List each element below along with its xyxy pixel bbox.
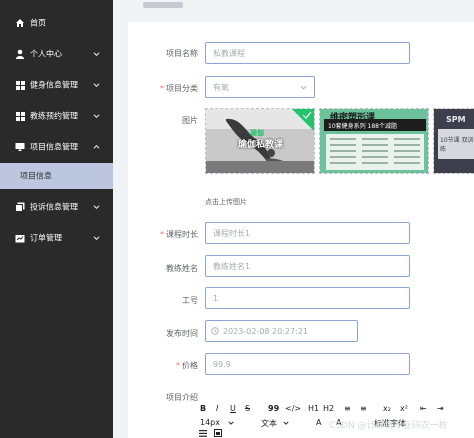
outdent-button[interactable]: ⇤ — [420, 404, 427, 413]
chevron-down-icon — [93, 83, 100, 87]
font-size-select[interactable]: 14px — [200, 418, 220, 427]
chevron-down-icon — [300, 85, 307, 90]
color-a-button[interactable]: A — [316, 418, 321, 427]
code-button[interactable]: </> — [285, 404, 301, 413]
chevron-up-icon — [93, 145, 100, 149]
app-root: 首页 个人中心 健身信息管理 教练预约管理 项目信息管理 项目信息 投诉信息管理… — [0, 0, 474, 438]
sidebar-item-label: 项目信息管理 — [30, 142, 78, 152]
image-insert-icon[interactable] — [214, 429, 222, 437]
sidebar-item-label: 订单管理 — [30, 233, 62, 243]
category-value: 有氧 — [213, 82, 229, 92]
staff-id-value: 1 — [213, 293, 219, 303]
category-label: * 项目分类 — [160, 84, 198, 93]
chevron-down-icon — [93, 52, 100, 56]
sidebar-item-label: 健身信息管理 — [30, 80, 78, 90]
upload-image-link[interactable]: 点击上传图片 — [205, 197, 247, 207]
price-value: 99.9 — [213, 359, 231, 369]
chevron-down-icon — [93, 205, 100, 209]
strike-button[interactable]: S — [245, 404, 250, 413]
duration-label: * 课程时长 — [160, 230, 198, 239]
publish-time-picker[interactable]: 2023-02-08 20:27:21 — [205, 320, 358, 342]
breadcrumb-placeholder — [143, 2, 183, 8]
coach-name-label: 教练姓名 — [166, 264, 198, 273]
h2-button[interactable]: H2 — [323, 404, 334, 413]
sidebar-item-home[interactable]: 首页 — [0, 8, 113, 38]
grid-icon — [15, 80, 25, 90]
sidebar-item-label: 个人中心 — [30, 49, 62, 59]
sidebar-subitem-label: 项目信息 — [20, 171, 52, 181]
staff-id-label: 工号 — [182, 296, 198, 305]
publish-time-value: 2023-02-08 20:27:21 — [223, 326, 308, 336]
clock-icon — [211, 327, 219, 335]
sidebar-item-project-info-mgmt[interactable]: 项目信息管理 — [0, 132, 113, 162]
duration-placeholder: 课程时长1 — [213, 228, 251, 238]
intro-label: 项目介绍 — [166, 393, 198, 402]
coach-name-placeholder: 教练姓名1 — [213, 261, 251, 271]
h1-button[interactable]: H1 — [308, 404, 319, 413]
form-panel: 项目名称 私教课程 * 项目分类 有氧 图片 瑜伽 瑜伽私教课 维密塑形课 10… — [128, 22, 474, 438]
align-icon — [199, 430, 207, 437]
image-thumbnail-2[interactable]: 维密塑形课 10套健身系列 188个减脂 — [319, 108, 429, 174]
paragraph-select[interactable]: 文本 — [261, 418, 277, 429]
copy-icon — [15, 202, 25, 212]
home-icon — [15, 18, 25, 28]
sidebar-item-order-mgmt[interactable]: 订单管理 — [0, 223, 113, 253]
shaping-poster-subtitle: 10套健身系列 188个减脂 — [328, 123, 397, 130]
sidebar-item-label: 投诉信息管理 — [30, 202, 78, 212]
indent-button[interactable]: ⇥ — [437, 404, 444, 413]
subscript-button[interactable]: x₂ — [383, 404, 391, 413]
staff-id-input[interactable]: 1 — [205, 287, 410, 309]
underline-button[interactable]: U — [230, 404, 236, 413]
chevron-down-icon — [93, 114, 100, 118]
csdn-watermark: CSDN @计算机专业码农一枚 — [329, 421, 448, 431]
blockquote-button[interactable]: 99 — [268, 404, 279, 413]
project-name-input[interactable]: 私教课程 — [205, 42, 410, 64]
publish-time-label: 发布时间 — [166, 329, 198, 338]
grid-icon — [15, 111, 25, 121]
bullet-list-button[interactable]: ≡ — [360, 404, 367, 413]
bold-button[interactable]: B — [200, 404, 206, 413]
price-label: * 价格 — [176, 361, 198, 370]
sidebar-item-fitness-info[interactable]: 健身信息管理 — [0, 70, 113, 100]
chevron-down-icon — [228, 421, 234, 425]
spm-poster-title: SPM — [446, 115, 466, 124]
project-name-value: 私教课程 — [213, 48, 245, 58]
sidebar-item-label: 首页 — [30, 18, 46, 28]
project-name-label: 项目名称 — [166, 49, 198, 58]
sidebar-item-complaint-info[interactable]: 投诉信息管理 — [0, 192, 113, 222]
chart-icon — [15, 233, 25, 243]
price-input[interactable]: 99.9 — [205, 353, 410, 375]
ordered-list-button[interactable]: ≡ — [344, 404, 351, 413]
spm-poster-subtitle: 10节课 双训练 — [440, 137, 474, 153]
sidebar-subitem-project-info[interactable]: 项目信息 — [0, 163, 113, 189]
image-label: 图片 — [182, 116, 198, 125]
monitor-icon — [15, 142, 25, 152]
duration-input[interactable]: 课程时长1 — [205, 222, 410, 244]
sidebar: 首页 个人中心 健身信息管理 教练预约管理 项目信息管理 项目信息 投诉信息管理… — [0, 0, 113, 438]
superscript-button[interactable]: x² — [400, 404, 408, 413]
category-select[interactable]: 有氧 — [205, 76, 315, 98]
italic-button[interactable]: I — [216, 404, 218, 413]
sidebar-item-personal-center[interactable]: 个人中心 — [0, 39, 113, 69]
chevron-down-icon — [283, 421, 289, 425]
image-thumbnail-3[interactable]: SPM 10节课 双训练 — [433, 108, 474, 174]
sidebar-item-label: 教练预约管理 — [30, 111, 78, 121]
yoga-overlay-main: 瑜伽私教课 — [238, 140, 284, 150]
image-thumbnail-1[interactable]: 瑜伽 瑜伽私教课 — [205, 108, 315, 174]
main-content: 项目名称 私教课程 * 项目分类 有氧 图片 瑜伽 瑜伽私教课 维密塑形课 10… — [113, 0, 474, 438]
coach-name-input[interactable]: 教练姓名1 — [205, 255, 410, 277]
sidebar-item-coach-booking[interactable]: 教练预约管理 — [0, 101, 113, 131]
breadcrumb — [113, 0, 474, 14]
user-icon — [15, 49, 25, 59]
chevron-down-icon — [93, 236, 100, 240]
